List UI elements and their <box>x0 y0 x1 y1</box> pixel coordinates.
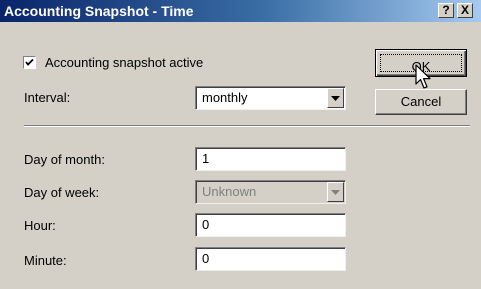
chevron-down-icon <box>331 190 340 195</box>
day-of-month-input[interactable]: 1 <box>195 147 346 171</box>
day-of-week-label: Day of week: <box>24 185 100 200</box>
mouse-pointer-icon <box>415 64 431 89</box>
section-divider <box>24 125 470 127</box>
interval-label: Interval: <box>24 90 71 105</box>
day-of-week-select: Unknown <box>195 180 346 204</box>
title-bar[interactable]: Accounting Snapshot - Time ? X <box>0 0 481 22</box>
window-title: Accounting Snapshot - Time <box>4 3 194 19</box>
minute-input[interactable]: 0 <box>195 247 346 271</box>
help-button[interactable]: ? <box>438 3 454 18</box>
snapshot-active-label[interactable]: Accounting snapshot active <box>45 55 203 71</box>
close-button[interactable]: X <box>457 3 473 18</box>
hour-value: 0 <box>202 217 210 232</box>
day-of-week-value: Unknown <box>202 184 257 199</box>
day-of-month-value: 1 <box>202 151 210 166</box>
day-of-week-dropdown-button <box>327 182 344 202</box>
minute-value: 0 <box>202 251 210 266</box>
cancel-button[interactable]: Cancel <box>375 89 467 115</box>
hour-label: Hour: <box>24 218 56 233</box>
interval-select[interactable]: monthly <box>195 86 346 110</box>
minute-label: Minute: <box>24 253 67 268</box>
snapshot-active-checkbox[interactable] <box>23 56 36 69</box>
interval-value: monthly <box>202 90 248 105</box>
interval-dropdown-button[interactable] <box>327 88 344 108</box>
chevron-down-icon <box>331 96 340 101</box>
checkmark-icon <box>25 58 34 66</box>
hour-input[interactable]: 0 <box>195 213 346 237</box>
day-of-month-label: Day of month: <box>24 152 105 167</box>
